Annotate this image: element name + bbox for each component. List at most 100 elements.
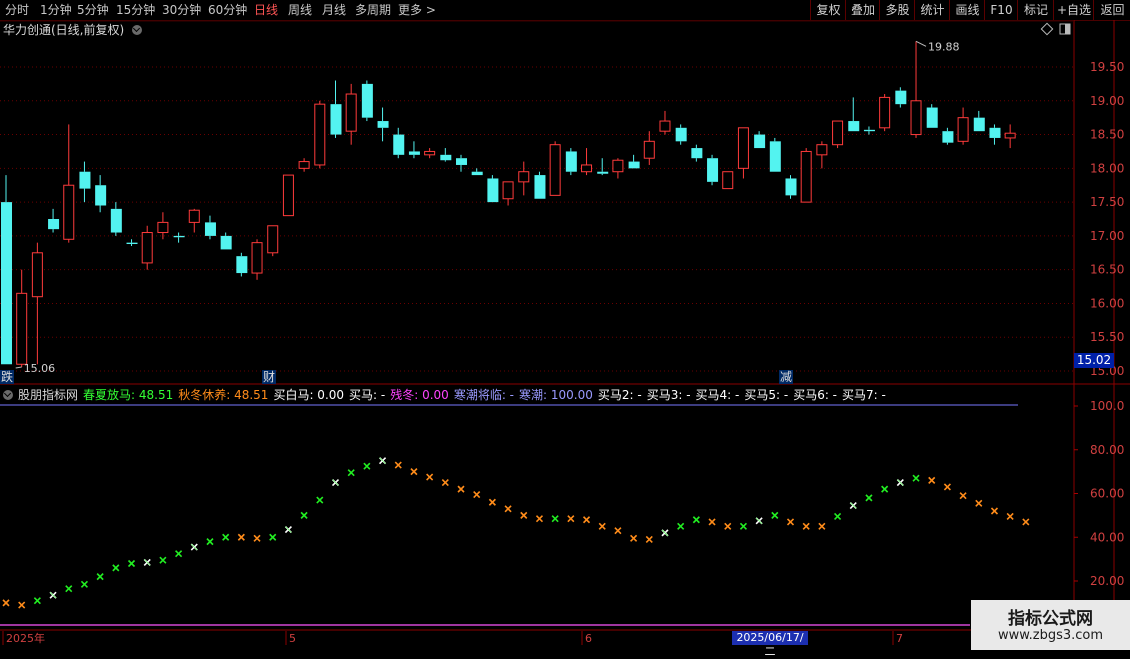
indicator-point: [300, 511, 308, 519]
indicator-point: [18, 601, 26, 609]
candle-body: [942, 131, 954, 143]
candle: [957, 107, 969, 145]
indicator-point: [834, 512, 842, 521]
time-label-0: 2025年: [6, 631, 45, 645]
candle-body: [471, 171, 483, 176]
last-price-tag: 15.02: [1074, 353, 1114, 368]
indicator-value-5: 寒潮将临: -: [453, 388, 515, 402]
indicator-point: [645, 535, 653, 544]
candle: [565, 148, 577, 176]
candle-body: [832, 120, 844, 146]
candle: [848, 97, 860, 132]
candle-body: [816, 144, 828, 156]
candle: [487, 175, 499, 203]
price-tick-label: 17.50: [1090, 195, 1124, 209]
indicator-point: [426, 473, 434, 481]
indicator-point: [316, 496, 324, 504]
candle-body: [800, 150, 812, 203]
candle-body: [236, 256, 248, 274]
chart-canvas: 19.50 19.00 18.50 18.00 17.50 17.00 16.50 16.00…: [0, 20, 1130, 645]
indicator-point: [677, 522, 685, 530]
indicator-title-bar: 股朋指标网 春夏放马: 48.51 秋冬休养: 48.51 买白马: 0.00 买马: …: [3, 386, 891, 403]
candle: [173, 232, 185, 243]
indicator-point: [80, 580, 89, 588]
indicator-point: [2, 599, 10, 607]
candle: [220, 232, 232, 250]
indicator-point: [504, 505, 512, 513]
indicator-point: [990, 507, 999, 515]
candle-body: [173, 235, 185, 238]
indicator-value-1: 秋冬休养: 48.51: [178, 388, 269, 402]
indicator-point: [1022, 518, 1030, 526]
candle: [628, 154, 640, 169]
candle: [408, 141, 420, 159]
indicator-point: [661, 529, 669, 537]
indicator-point: [175, 550, 183, 558]
candle: [267, 225, 279, 257]
candle-body: [643, 140, 655, 159]
indicator-point: [457, 485, 465, 493]
candle: [895, 87, 907, 108]
indicator-menu-icon[interactable]: [3, 390, 13, 400]
indicator-tick-label: 100.0: [1090, 399, 1124, 413]
candle: [330, 80, 342, 138]
candle: [926, 104, 938, 128]
candle-body: [141, 232, 153, 264]
candle: [675, 124, 687, 145]
candle: [377, 107, 389, 142]
diamond-icon: [1040, 22, 1054, 36]
candle: [800, 148, 812, 203]
candle-body: [157, 221, 169, 234]
indicator-point: [488, 498, 496, 506]
candle-body: [973, 117, 985, 132]
candle: [251, 239, 263, 280]
indicator-point: [520, 511, 528, 519]
indicator-point: [802, 522, 810, 530]
candle-body: [754, 134, 766, 149]
candle-body: [989, 127, 1001, 138]
candle: [63, 124, 75, 243]
indicator-value-4: 残冬: 0.00: [390, 388, 449, 402]
candle-body: [377, 121, 389, 128]
indicator-value-9: 买马4: -: [695, 388, 740, 402]
candle: [863, 126, 875, 135]
candle-body: [188, 209, 200, 223]
time-label-3: 7: [896, 632, 903, 645]
indicator-point: [190, 543, 198, 551]
candle: [95, 175, 107, 213]
candle-body: [691, 148, 703, 159]
indicator-point: [33, 597, 41, 605]
indicator-value-8: 买马3: -: [646, 388, 691, 402]
candle: [48, 208, 60, 233]
event-marker-0: 跌: [1, 369, 13, 384]
candle-body: [298, 161, 310, 169]
candle-body: [549, 144, 561, 196]
indicator-point: [253, 534, 261, 542]
candle-body: [534, 175, 546, 199]
candle: [879, 94, 891, 132]
indicator-point: [630, 534, 638, 542]
candle: [691, 144, 703, 162]
price-tick-label: 16.00: [1090, 296, 1124, 310]
candle: [393, 127, 405, 159]
candle-body: [597, 171, 609, 174]
candle: [424, 148, 436, 159]
candle: [659, 110, 671, 135]
candle-body: [31, 252, 43, 298]
candle: [816, 141, 828, 169]
indicator-value-12: 买马7: -: [842, 388, 886, 402]
price-tick-label: 18.00: [1090, 161, 1124, 175]
indicator-point: [708, 518, 716, 526]
candle-body: [267, 225, 279, 254]
indicator-point: [896, 478, 904, 487]
candle: [1, 175, 12, 365]
candle-body: [769, 141, 781, 172]
candle: [910, 41, 922, 138]
candle-body: [220, 235, 232, 250]
candle-body: [282, 174, 294, 217]
indicator-point: [692, 516, 700, 524]
candle: [314, 100, 326, 169]
indicator-point: [739, 522, 747, 530]
candle-body: [957, 117, 969, 142]
indicator-point: [535, 515, 544, 523]
